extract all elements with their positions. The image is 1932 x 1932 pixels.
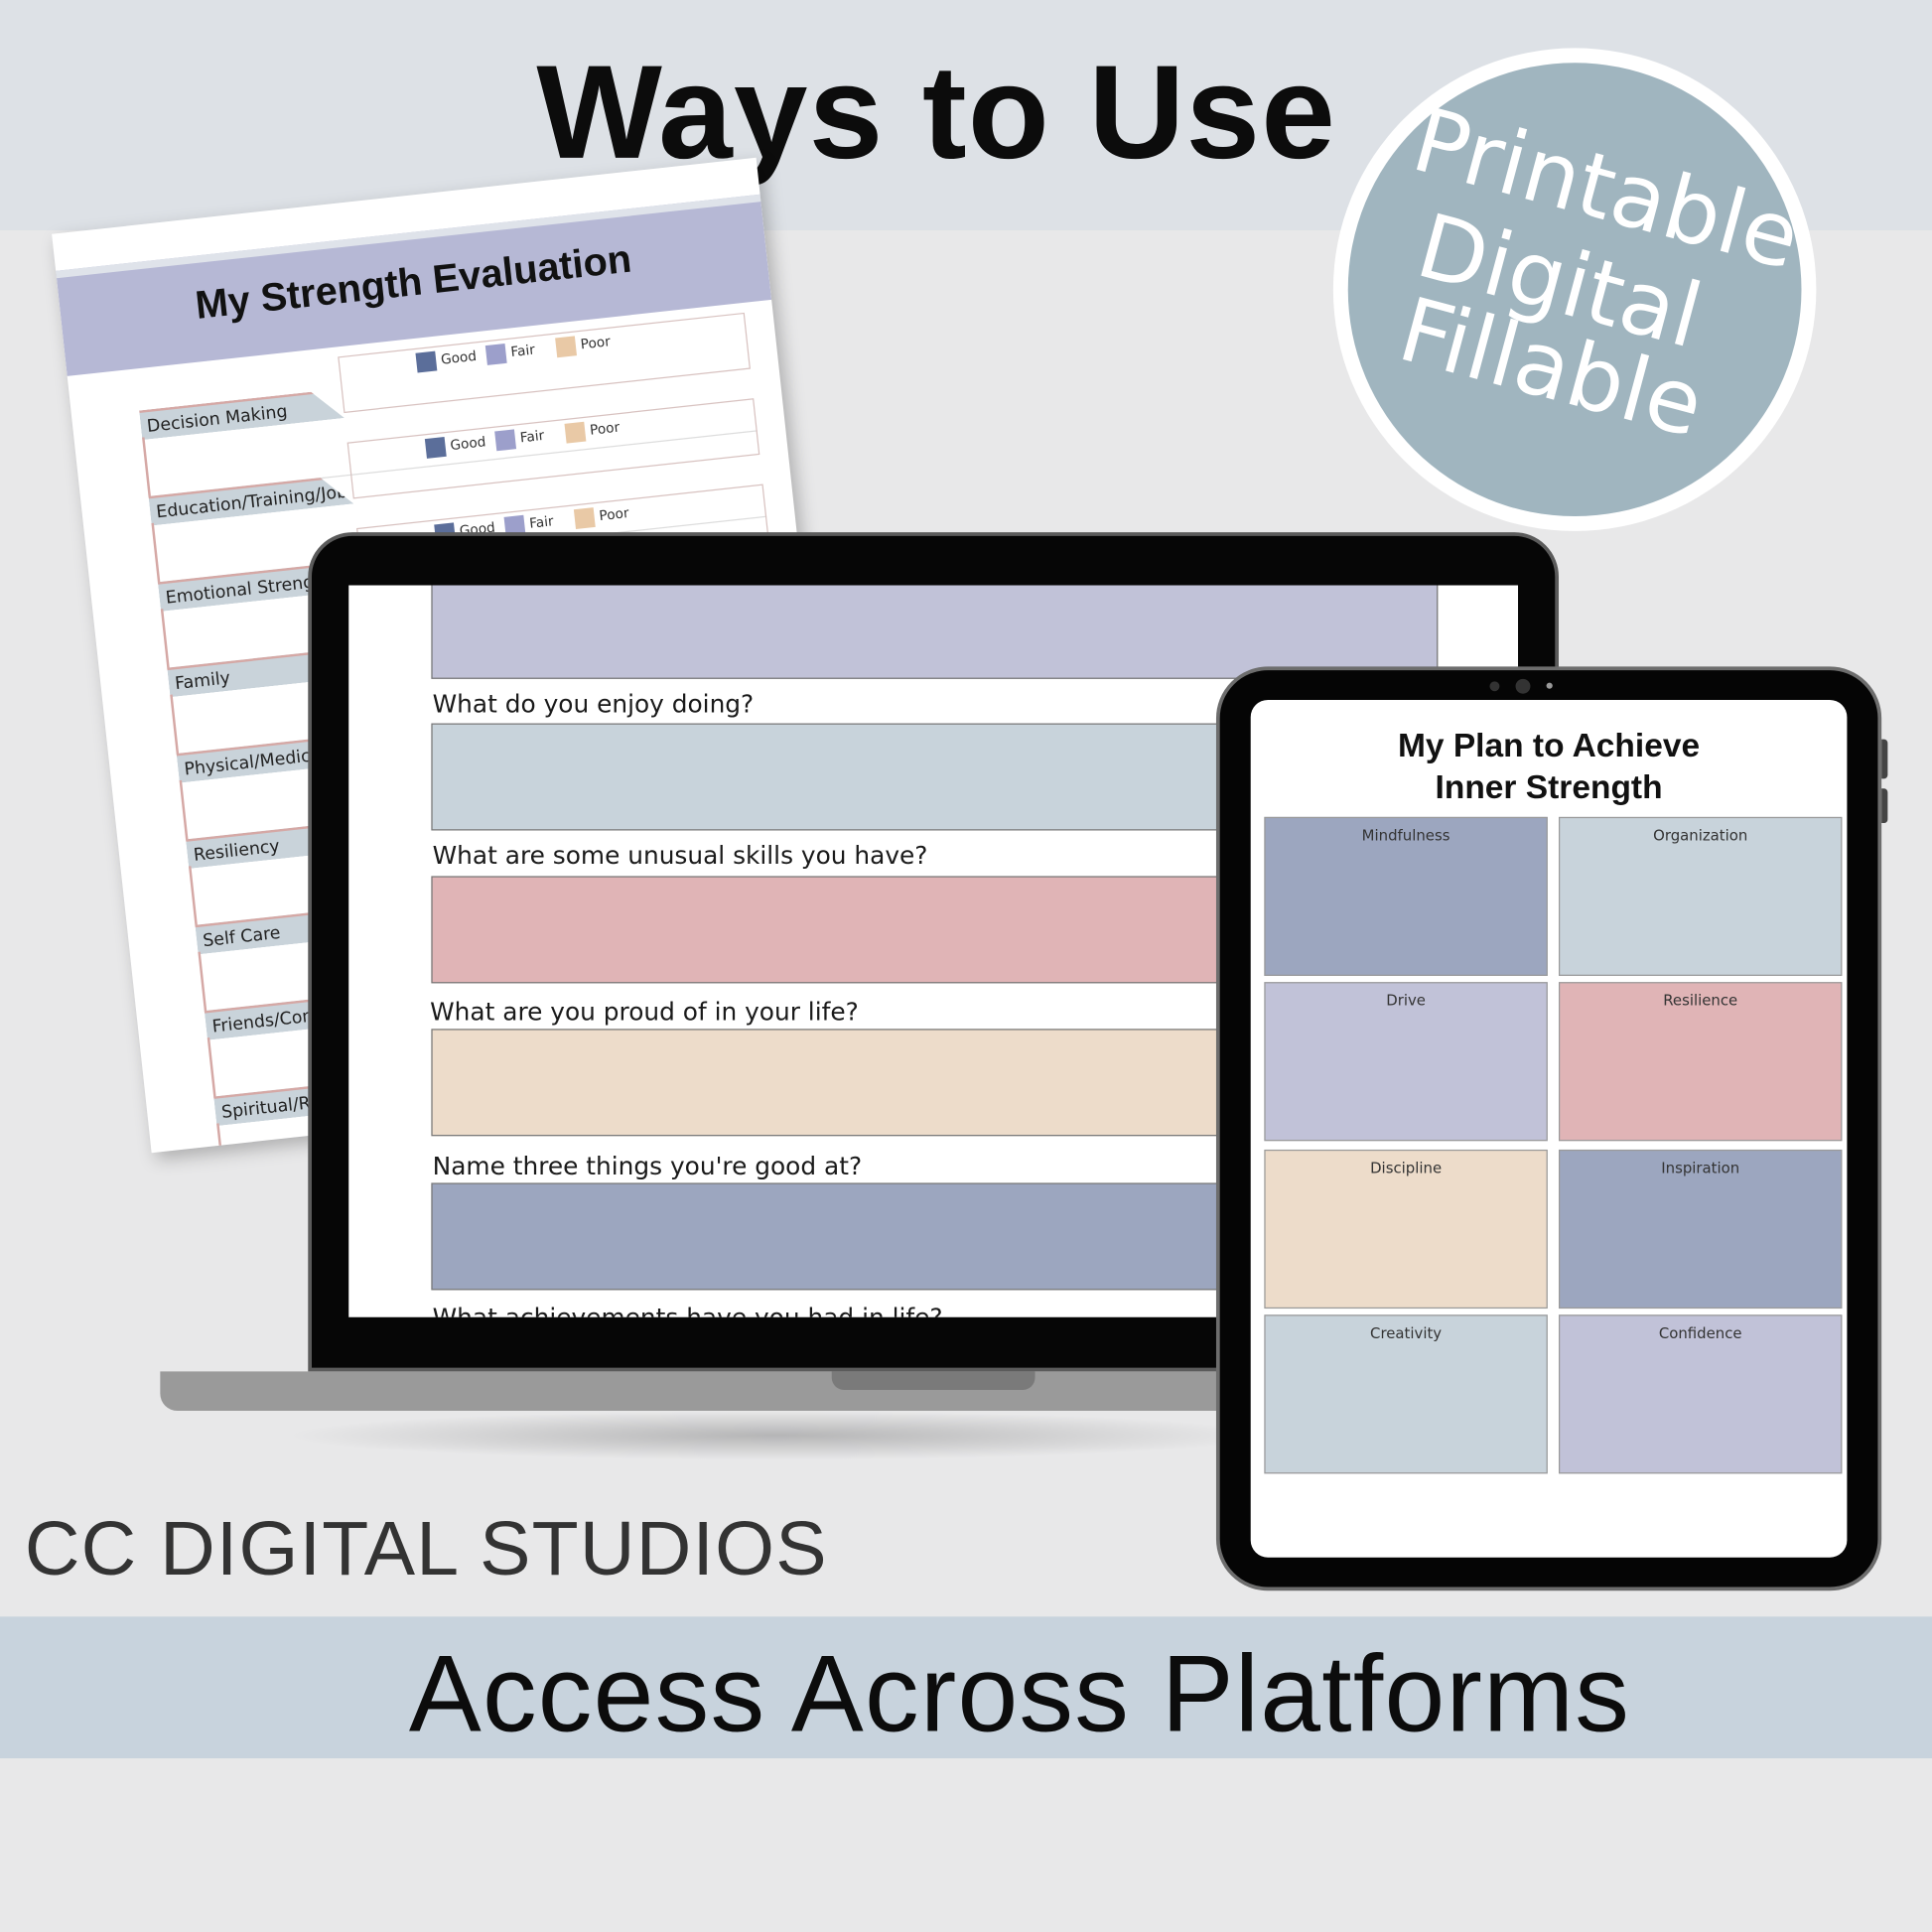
laptop-shadow — [283, 1411, 1270, 1460]
promo-canvas: Ways to Use Printable Digital Fillable M… — [0, 0, 1932, 1932]
question-label: What do you enjoy doing? — [432, 688, 755, 719]
format-badge: Printable Digital Fillable — [1332, 48, 1817, 531]
plan-cell[interactable]: Discipline — [1264, 1149, 1548, 1310]
tablet-screen: My Plan to Achieve Inner Strength Mindfu… — [1250, 699, 1848, 1558]
question-label: What are you proud of in your life? — [430, 997, 859, 1027]
rating-label: Poor — [598, 504, 630, 524]
plan-cell[interactable]: Drive — [1264, 982, 1548, 1142]
plan-cell-label: Confidence — [1658, 1324, 1742, 1342]
rating-swatch — [564, 421, 587, 444]
plan-cell[interactable]: Confidence — [1558, 1314, 1843, 1474]
rating-label: Good — [440, 347, 478, 368]
plan-title: My Plan to Achieve Inner Strength — [1251, 725, 1848, 808]
plan-cell[interactable]: Resilience — [1558, 982, 1843, 1142]
plan-title-line2: Inner Strength — [1435, 768, 1663, 806]
plan-cell-label: Resilience — [1663, 992, 1738, 1010]
rating-label: Fair — [509, 342, 536, 360]
rating-swatch — [424, 437, 447, 459]
rating-swatch — [484, 344, 507, 365]
laptop-base — [160, 1371, 1393, 1412]
laptop-notch — [831, 1371, 1035, 1390]
plan-cell-label: Mindfulness — [1361, 826, 1450, 845]
plan-cell[interactable]: Organization — [1558, 816, 1843, 976]
format-badge-inner: Printable Digital Fillable — [1347, 63, 1810, 517]
rating-label: Poor — [579, 333, 612, 353]
tablet: My Plan to Achieve Inner Strength Mindfu… — [1215, 666, 1882, 1591]
plan-cell-label: Creativity — [1370, 1324, 1443, 1342]
tablet-side-button — [1881, 739, 1888, 779]
question-label: What are some unusual skills you have? — [432, 840, 928, 871]
brand-name: CC DIGITAL STUDIOS — [24, 1506, 828, 1592]
rating-swatch — [555, 336, 578, 358]
rating-label: Good — [449, 433, 487, 454]
plan-cell-label: Discipline — [1370, 1159, 1443, 1177]
rating-swatch — [573, 507, 596, 530]
rating-label: Fair — [528, 512, 555, 532]
answer-field[interactable] — [431, 585, 1439, 679]
plan-cell-label: Drive — [1386, 992, 1426, 1010]
plan-cell-label: Organization — [1653, 826, 1748, 845]
plan-cell[interactable]: Inspiration — [1558, 1149, 1843, 1310]
camera-icon — [1515, 678, 1531, 694]
plan-cell-label: Inspiration — [1661, 1159, 1740, 1177]
tagline: Access Across Platforms — [408, 1632, 1631, 1755]
rating-label: Poor — [589, 419, 621, 439]
rating-swatch — [415, 350, 438, 373]
plan-cell[interactable]: Creativity — [1264, 1314, 1548, 1474]
sensor-icon — [1546, 682, 1553, 689]
plan-title-line1: My Plan to Achieve — [1397, 727, 1701, 764]
question-label: What achievements have you had in life? — [432, 1302, 943, 1317]
plan-cell[interactable]: Mindfulness — [1264, 816, 1548, 976]
rating-label: Fair — [518, 427, 545, 447]
question-label: Name three things you're good at? — [432, 1151, 863, 1180]
camera-icon — [1489, 681, 1500, 692]
rating-swatch — [494, 429, 517, 452]
tablet-side-button — [1881, 788, 1888, 824]
